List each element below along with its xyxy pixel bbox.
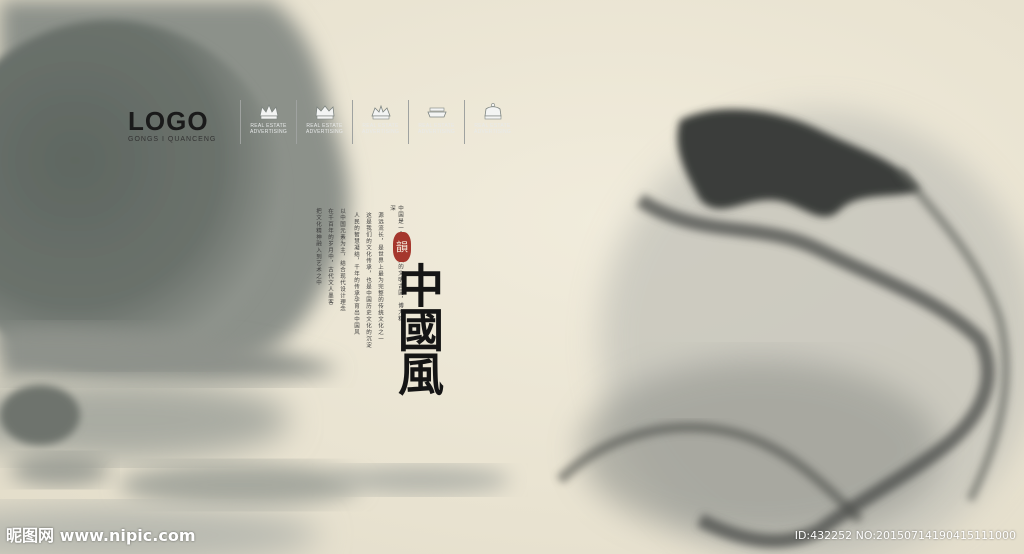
crown-icon (370, 104, 391, 120)
body-text-column: 在千百年的岁月中，古代文人墨客 (327, 208, 333, 306)
crown-caption: REAL ESTATE ADVERTISING (417, 123, 456, 135)
crown-icon (484, 103, 501, 120)
crown-caption: REAL ESTATE ADVERTISING (473, 123, 512, 135)
logo-subtitle: GONGS I QUANCENG (128, 136, 217, 143)
body-text-column: 这是我们的文化传承，也是中国历史文化的沉淀 (365, 212, 371, 349)
red-seal: 韻 (393, 232, 411, 262)
crown-icon (426, 107, 447, 118)
crown-badge: REAL ESTATE ADVERTISING (408, 100, 464, 144)
crown-caption: REAL ESTATE ADVERTISING (305, 123, 344, 135)
seal-character: 韻 (395, 240, 408, 254)
crown-caption: REAL ESTATE ADVERTISING (361, 123, 400, 135)
id-watermark: ID:432252 NO:20150714190415111000 (794, 529, 1016, 542)
crown-badge: REAL ESTATE ADVERTISING (352, 100, 408, 144)
brand-icons-row: REAL ESTATE ADVERTISING REAL ESTATE ADVE… (240, 100, 520, 144)
body-text-column: 源远流长，是世界上最为完整的传统文化之一 (377, 212, 383, 342)
poster-canvas: LOGO GONGS I QUANCENG REAL ESTATE ADVERT… (0, 0, 1024, 554)
crown-badge: REAL ESTATE ADVERTISING (296, 100, 352, 144)
body-text-column: 人民的智慧凝结，千年的传承孕育出中国风 (353, 212, 359, 336)
calligraphy-title: 中國風 (391, 262, 445, 394)
crown-badge: REAL ESTATE ADVERTISING (464, 100, 520, 144)
crown-icon (259, 103, 278, 120)
body-text-column: 把文化精神融入到艺术之中 (315, 208, 321, 286)
crown-caption: REAL ESTATE ADVERTISING (249, 123, 288, 135)
crown-badge: REAL ESTATE ADVERTISING (240, 100, 296, 144)
site-watermark: 昵图网 www.nipic.com (6, 526, 196, 545)
logo: LOGO GONGS I QUANCENG (128, 108, 216, 143)
body-text-column: 以中国元素为主，结合现代设计理念 (339, 208, 345, 312)
crown-icon (315, 105, 334, 120)
ink-wash-background (0, 0, 1024, 554)
logo-text: LOGO (128, 106, 209, 136)
